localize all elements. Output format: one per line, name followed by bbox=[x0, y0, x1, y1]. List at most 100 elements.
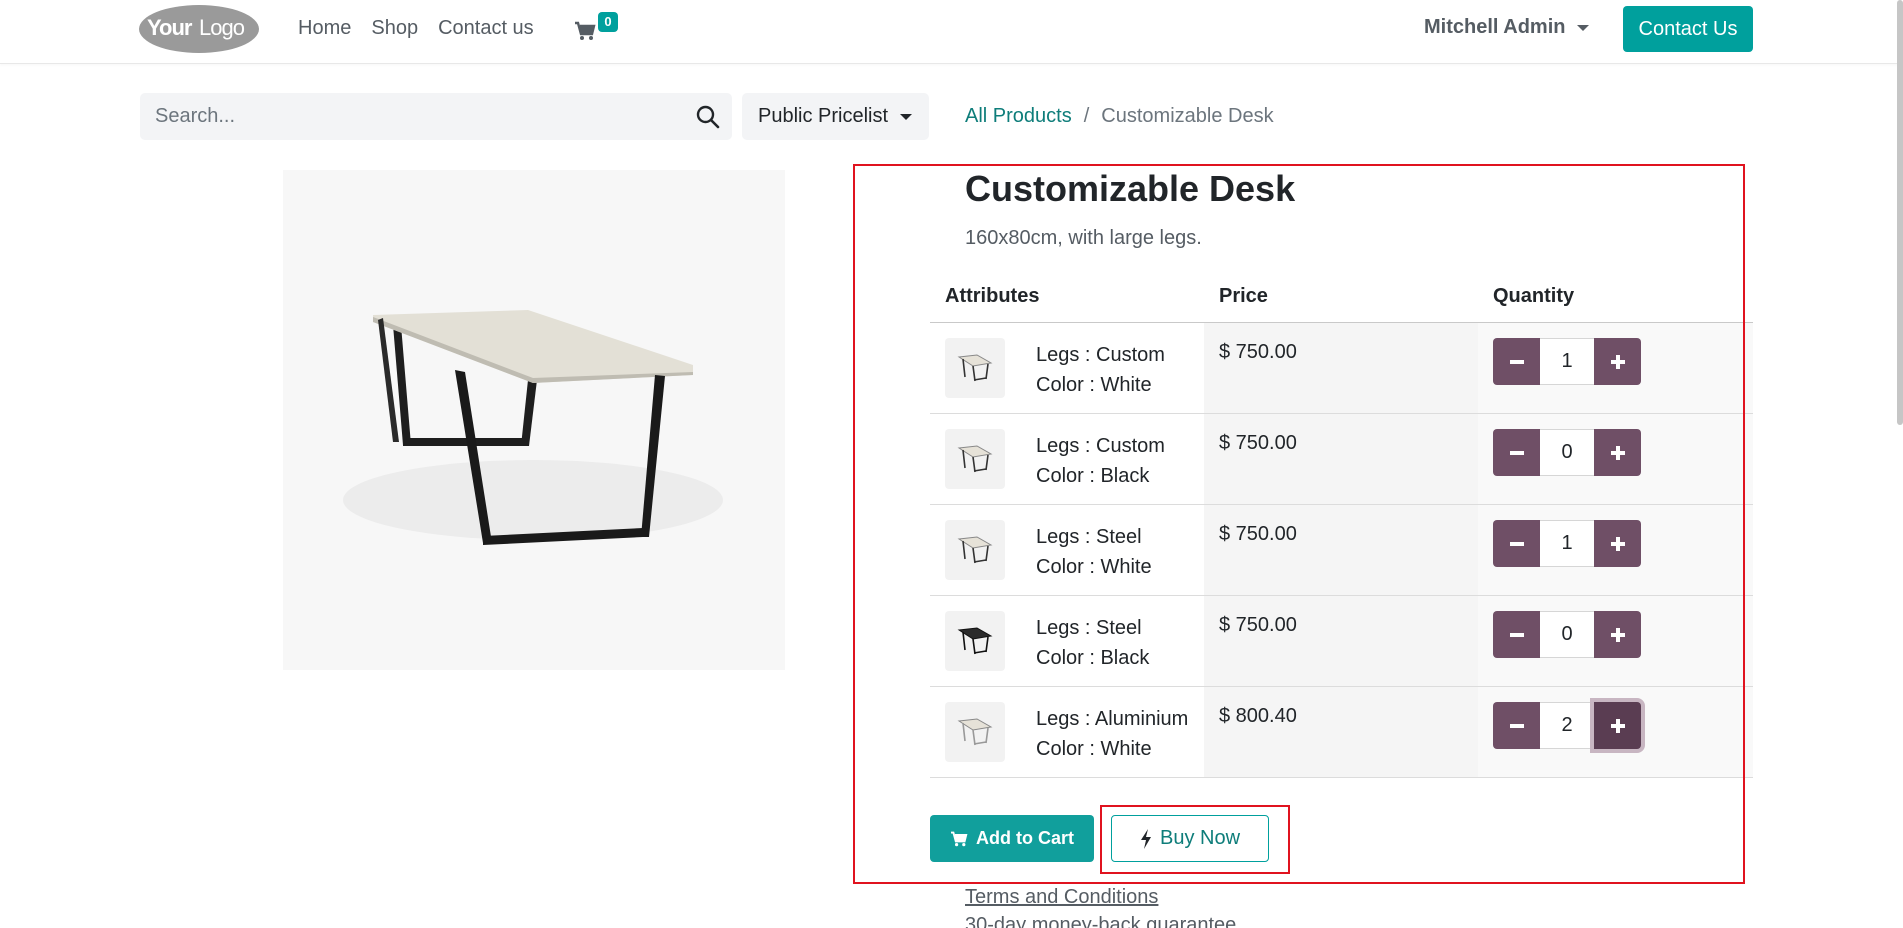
header-price: Price bbox=[1219, 284, 1268, 307]
color-label: Color : Black bbox=[1036, 465, 1150, 487]
attributes-cell: Legs : Steel Color : White bbox=[930, 505, 1204, 595]
table-row: Legs : Custom Color : White $ 750.00 bbox=[930, 323, 1753, 414]
variant-attributes: Legs : Aluminium Color : White bbox=[1036, 704, 1188, 777]
bolt-icon bbox=[1140, 828, 1151, 849]
variant-attributes: Legs : Steel Color : White bbox=[1036, 522, 1152, 595]
legs-label: Legs : Aluminium bbox=[1036, 708, 1189, 730]
buy-now-button[interactable]: Buy Now bbox=[1111, 815, 1269, 862]
quantity-input[interactable] bbox=[1540, 520, 1594, 567]
main-nav: Home Shop Contact us bbox=[298, 16, 554, 40]
variant-attributes: Legs : Steel Color : Black bbox=[1036, 613, 1149, 686]
chevron-down-icon bbox=[1577, 24, 1590, 31]
product-title: Customizable Desk bbox=[965, 168, 1296, 209]
variant-attributes: Legs : Custom Color : Black bbox=[1036, 431, 1165, 504]
cart-count-badge: 0 bbox=[598, 12, 618, 32]
variant-thumbnail bbox=[945, 338, 1005, 398]
page-scrollbar[interactable] bbox=[1897, 0, 1903, 425]
price-cell: $ 750.00 bbox=[1204, 505, 1478, 595]
variant-attributes: Legs : Custom Color : White bbox=[1036, 340, 1165, 413]
breadcrumb-all-products[interactable]: All Products bbox=[965, 105, 1072, 128]
chevron-down-icon bbox=[900, 113, 913, 120]
user-name: Mitchell Admin bbox=[1424, 16, 1566, 38]
pricelist-dropdown[interactable]: Public Pricelist bbox=[742, 93, 929, 140]
product-image bbox=[283, 170, 785, 670]
decrease-button[interactable] bbox=[1493, 611, 1540, 658]
breadcrumb: All Products / Customizable Desk bbox=[965, 105, 1274, 128]
table-row: Legs : Steel Color : White $ 750.00 bbox=[930, 505, 1753, 596]
nav-shop[interactable]: Shop bbox=[371, 16, 418, 40]
site-header: Your Logo Home Shop Contact us 0 Mitchel… bbox=[0, 0, 1903, 64]
increase-button[interactable] bbox=[1594, 429, 1641, 476]
legs-label: Legs : Custom bbox=[1036, 435, 1165, 457]
cart-icon bbox=[951, 831, 968, 846]
increase-button[interactable] bbox=[1594, 702, 1641, 749]
variant-thumbnail bbox=[945, 520, 1005, 580]
table-header: Attributes Price Quantity bbox=[930, 270, 1753, 323]
quantity-input[interactable] bbox=[1540, 338, 1594, 385]
variant-thumbnail bbox=[945, 702, 1005, 762]
table-row: Legs : Steel Color : Black $ 750.00 bbox=[930, 596, 1753, 687]
plus-icon bbox=[1610, 718, 1625, 733]
cart-button[interactable]: 0 bbox=[574, 12, 618, 42]
legs-label: Legs : Steel bbox=[1036, 526, 1142, 548]
product-description: 160x80cm, with large legs. bbox=[965, 227, 1202, 249]
cart-icon bbox=[575, 21, 596, 40]
site-logo[interactable]: Your Logo bbox=[139, 4, 260, 54]
table-row: Legs : Custom Color : Black $ 750.00 bbox=[930, 414, 1753, 505]
quantity-input[interactable] bbox=[1540, 702, 1594, 749]
attributes-cell: Legs : Custom Color : White bbox=[930, 323, 1204, 413]
table-row: Legs : Aluminium Color : White $ 800.40 bbox=[930, 687, 1753, 778]
minus-icon bbox=[1509, 450, 1524, 455]
attributes-cell: Legs : Steel Color : Black bbox=[930, 596, 1204, 686]
search-icon[interactable] bbox=[695, 104, 721, 130]
plus-icon bbox=[1610, 354, 1625, 369]
quantity-stepper bbox=[1493, 520, 1753, 567]
quantity-input[interactable] bbox=[1540, 611, 1594, 658]
terms-link[interactable]: Terms and Conditions bbox=[965, 886, 1158, 909]
variant-thumbnail bbox=[945, 611, 1005, 671]
plus-icon bbox=[1610, 536, 1625, 551]
header-attributes: Attributes bbox=[945, 284, 1040, 307]
quantity-input[interactable] bbox=[1540, 429, 1594, 476]
legs-label: Legs : Steel bbox=[1036, 617, 1142, 639]
attributes-cell: Legs : Aluminium Color : White bbox=[930, 687, 1204, 777]
quantity-stepper bbox=[1493, 702, 1753, 749]
contact-us-button[interactable]: Contact Us bbox=[1623, 6, 1753, 52]
guarantee-text: 30-day money-back guarantee bbox=[965, 914, 1237, 928]
increase-button[interactable] bbox=[1594, 520, 1641, 567]
minus-icon bbox=[1509, 723, 1524, 728]
price-cell: $ 750.00 bbox=[1204, 596, 1478, 686]
attributes-cell: Legs : Custom Color : Black bbox=[930, 414, 1204, 504]
search-input[interactable] bbox=[140, 93, 670, 140]
color-label: Color : White bbox=[1036, 556, 1152, 578]
minus-icon bbox=[1509, 359, 1524, 364]
add-to-cart-label: Add to Cart bbox=[976, 828, 1074, 848]
quantity-stepper bbox=[1493, 338, 1753, 385]
nav-contact-us[interactable]: Contact us bbox=[438, 16, 534, 40]
decrease-button[interactable] bbox=[1493, 338, 1540, 385]
decrease-button[interactable] bbox=[1493, 702, 1540, 749]
breadcrumb-current: Customizable Desk bbox=[1101, 105, 1274, 127]
price-cell: $ 800.40 bbox=[1204, 687, 1478, 777]
price-cell: $ 750.00 bbox=[1204, 414, 1478, 504]
quantity-cell bbox=[1478, 414, 1753, 504]
increase-button[interactable] bbox=[1594, 338, 1641, 385]
quantity-cell bbox=[1478, 323, 1753, 413]
increase-button[interactable] bbox=[1594, 611, 1641, 658]
color-label: Color : White bbox=[1036, 374, 1152, 396]
buy-now-label: Buy Now bbox=[1159, 827, 1241, 849]
header-quantity: Quantity bbox=[1493, 284, 1575, 307]
price-cell: $ 750.00 bbox=[1204, 323, 1478, 413]
quantity-cell bbox=[1478, 687, 1753, 777]
variant-table: Attributes Price Quantity Legs : Custom … bbox=[930, 270, 1753, 778]
add-to-cart-button[interactable]: Add to Cart bbox=[930, 815, 1094, 862]
pricelist-label: Public Pricelist bbox=[758, 105, 889, 127]
nav-home[interactable]: Home bbox=[298, 16, 351, 40]
quantity-cell bbox=[1478, 505, 1753, 595]
legs-label: Legs : Custom bbox=[1036, 344, 1165, 366]
minus-icon bbox=[1509, 632, 1524, 637]
user-menu[interactable]: Mitchell Admin bbox=[1424, 16, 1590, 39]
plus-icon bbox=[1610, 445, 1625, 460]
decrease-button[interactable] bbox=[1493, 429, 1540, 476]
decrease-button[interactable] bbox=[1493, 520, 1540, 567]
